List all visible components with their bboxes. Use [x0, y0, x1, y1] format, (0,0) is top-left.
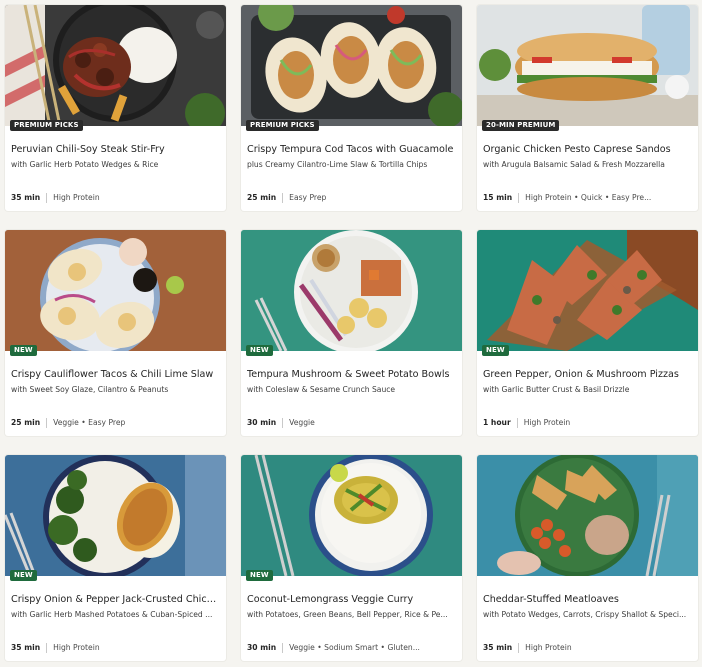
recipe-tags: High Protein: [53, 643, 100, 652]
badge-premium-picks: PREMIUM PICKS: [246, 120, 319, 131]
recipe-card[interactable]: PREMIUM PICKS Peruvian Chili-Soy Steak S…: [5, 5, 226, 211]
recipe-card[interactable]: NEW Crispy Cauliflower Tacos & Chili Lim…: [5, 230, 226, 436]
recipe-photo[interactable]: [241, 455, 462, 576]
prep-time: 1 hour: [483, 418, 511, 427]
recipe-photo[interactable]: [477, 230, 698, 351]
meta-divider: [282, 418, 284, 428]
meta-divider: [282, 193, 284, 203]
recipe-meta: 35 min High Protein: [11, 193, 220, 203]
recipe-title[interactable]: Tempura Mushroom & Sweet Potato Bowls: [247, 368, 456, 381]
recipe-photo[interactable]: [5, 5, 226, 126]
badge-20-min-premium: 20-MIN PREMIUM: [482, 120, 560, 131]
recipe-meta: 25 min Veggie • Easy Prep: [11, 418, 220, 428]
recipe-card[interactable]: NEW Coconut-Lemongrass Veggie Curry with…: [241, 455, 462, 661]
recipe-card-body: Cheddar-Stuffed Meatloaves with Potato W…: [477, 576, 698, 661]
recipe-subtitle: plus Creamy Cilantro-Lime Slaw & Tortill…: [247, 160, 428, 169]
meta-divider: [46, 193, 48, 203]
prep-time: 15 min: [483, 193, 513, 202]
recipe-subtitle: with Garlic Butter Crust & Basil Drizzle: [483, 385, 630, 394]
recipe-subtitle: with Garlic Herb Mashed Potatoes & Cuban…: [11, 610, 213, 619]
recipe-card[interactable]: NEW Tempura Mushroom & Sweet Potato Bowl…: [241, 230, 462, 436]
recipe-card[interactable]: 20-MIN PREMIUM Organic Chicken Pesto Cap…: [477, 5, 698, 211]
recipe-tags: High Protein • Quick • Easy Pre...: [525, 193, 652, 202]
recipe-title[interactable]: Crispy Tempura Cod Tacos with Guacamole: [247, 143, 456, 156]
recipe-tags: Veggie • Easy Prep: [53, 418, 126, 427]
recipe-tags: Easy Prep: [289, 193, 327, 202]
recipe-card[interactable]: PREMIUM PICKS Crispy Tempura Cod Tacos w…: [241, 5, 462, 211]
recipe-title[interactable]: Cheddar-Stuffed Meatloaves: [483, 593, 692, 606]
recipe-card-body: NEW Green Pepper, Onion & Mushroom Pizza…: [477, 345, 698, 436]
recipe-tags: High Protein: [53, 193, 100, 202]
recipe-meta: 30 min Veggie: [247, 418, 456, 428]
badge-new: NEW: [482, 345, 509, 356]
prep-time: 30 min: [247, 643, 277, 652]
meta-divider: [516, 418, 518, 428]
badge-new: NEW: [246, 345, 273, 356]
recipe-photo[interactable]: [241, 5, 462, 126]
recipe-meta: 15 min High Protein • Quick • Easy Pre..…: [483, 193, 692, 203]
recipe-title[interactable]: Peruvian Chili-Soy Steak Stir-Fry: [11, 143, 220, 156]
recipe-meta: 1 hour High Protein: [483, 418, 692, 428]
recipe-title[interactable]: Crispy Cauliflower Tacos & Chili Lime Sl…: [11, 368, 220, 381]
recipe-subtitle: with Potato Wedges, Carrots, Crispy Shal…: [483, 610, 687, 619]
recipe-photo[interactable]: [5, 455, 226, 576]
recipe-subtitle: with Garlic Herb Potato Wedges & Rice: [11, 160, 159, 169]
recipe-subtitle: with Coleslaw & Sesame Crunch Sauce: [247, 385, 396, 394]
recipe-meta: 25 min Easy Prep: [247, 193, 456, 203]
recipe-card-body: PREMIUM PICKS Peruvian Chili-Soy Steak S…: [5, 120, 226, 211]
recipe-card-body: NEW Crispy Cauliflower Tacos & Chili Lim…: [5, 345, 226, 436]
badge-premium-picks: PREMIUM PICKS: [10, 120, 83, 131]
recipe-tags: Veggie: [289, 418, 315, 427]
prep-time: 35 min: [483, 643, 513, 652]
meta-divider: [282, 643, 284, 653]
recipe-photo[interactable]: [477, 455, 698, 576]
prep-time: 30 min: [247, 418, 277, 427]
recipe-tags: High Protein: [525, 643, 572, 652]
recipe-grid: PREMIUM PICKS Peruvian Chili-Soy Steak S…: [5, 5, 698, 661]
recipe-card[interactable]: NEW Crispy Onion & Pepper Jack-Crusted C…: [5, 455, 226, 661]
recipe-title[interactable]: Crispy Onion & Pepper Jack-Crusted Chick…: [11, 593, 220, 606]
recipe-subtitle: with Arugula Balsamic Salad & Fresh Mozz…: [483, 160, 665, 169]
prep-time: 25 min: [247, 193, 277, 202]
meta-divider: [46, 418, 48, 428]
recipe-meta: 30 min Veggie • Sodium Smart • Gluten...: [247, 643, 456, 653]
prep-time: 35 min: [11, 643, 41, 652]
recipe-card-body: NEW Crispy Onion & Pepper Jack-Crusted C…: [5, 570, 226, 661]
prep-time: 35 min: [11, 193, 41, 202]
recipe-card-body: PREMIUM PICKS Crispy Tempura Cod Tacos w…: [241, 120, 462, 211]
recipe-card-body: 20-MIN PREMIUM Organic Chicken Pesto Cap…: [477, 120, 698, 211]
recipe-card[interactable]: NEW Green Pepper, Onion & Mushroom Pizza…: [477, 230, 698, 436]
meta-divider: [46, 643, 48, 653]
meta-divider: [518, 193, 520, 203]
recipe-tags: High Protein: [523, 418, 571, 427]
recipe-tags: Veggie • Sodium Smart • Gluten...: [289, 643, 420, 652]
badge-new: NEW: [10, 345, 37, 356]
meta-divider: [518, 643, 520, 653]
recipe-title[interactable]: Organic Chicken Pesto Caprese Sandos: [483, 143, 692, 156]
recipe-title[interactable]: Green Pepper, Onion & Mushroom Pizzas: [483, 368, 692, 381]
badge-new: NEW: [10, 570, 37, 581]
recipe-subtitle: with Potatoes, Green Beans, Bell Pepper,…: [247, 610, 448, 619]
recipe-card-body: NEW Coconut-Lemongrass Veggie Curry with…: [241, 570, 462, 661]
recipe-subtitle: with Sweet Soy Glaze, Cilantro & Peanuts: [11, 385, 169, 394]
recipe-card[interactable]: Cheddar-Stuffed Meatloaves with Potato W…: [477, 455, 698, 661]
recipe-photo[interactable]: [241, 230, 462, 351]
recipe-title[interactable]: Coconut-Lemongrass Veggie Curry: [247, 593, 456, 606]
recipe-photo[interactable]: [5, 230, 226, 351]
recipe-card-body: NEW Tempura Mushroom & Sweet Potato Bowl…: [241, 345, 462, 436]
badge-new: NEW: [246, 570, 273, 581]
recipe-photo[interactable]: [477, 5, 698, 126]
recipe-meta: 35 min High Protein: [11, 643, 220, 653]
recipe-meta: 35 min High Protein: [483, 643, 692, 653]
prep-time: 25 min: [11, 418, 41, 427]
